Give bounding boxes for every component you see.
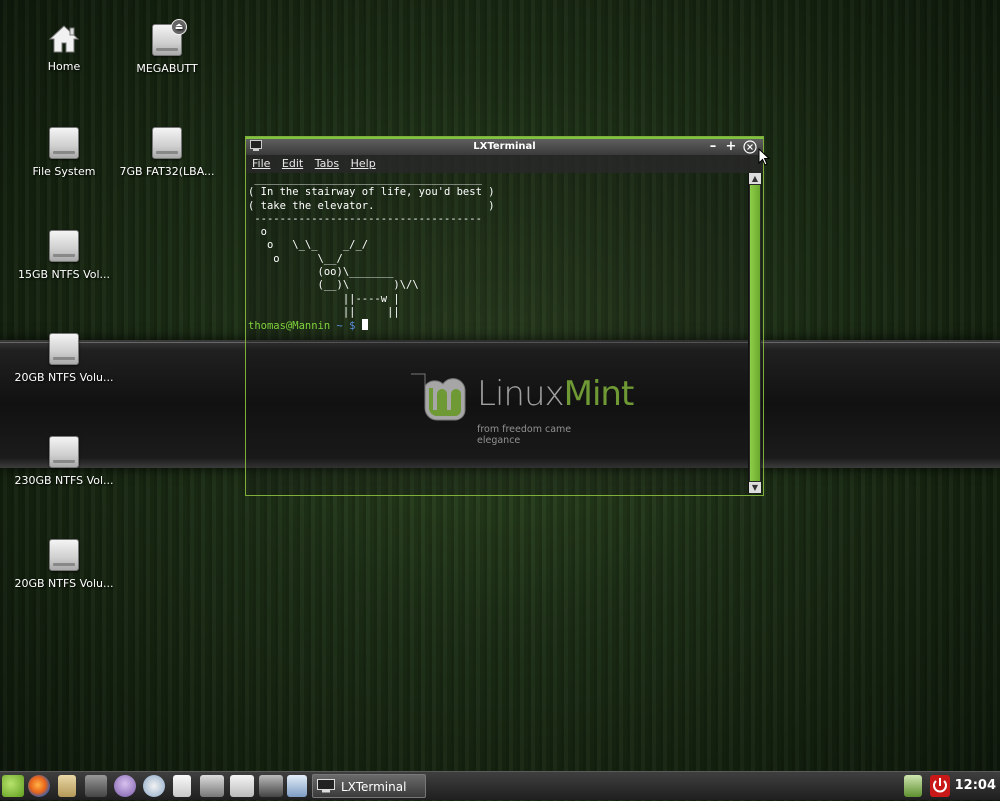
hard-drive-icon <box>49 333 79 365</box>
desktop-icon-home[interactable]: Home <box>12 22 116 73</box>
pidgin-icon[interactable] <box>114 775 136 797</box>
text-editor-icon[interactable] <box>173 775 191 797</box>
network-globe-icon[interactable] <box>143 775 165 797</box>
desktop-icon-20gb-ntfs-2[interactable]: 20GB NTFS Volu... <box>12 537 116 590</box>
hard-drive-icon <box>49 539 79 571</box>
terminal-app-icon <box>250 140 262 151</box>
camera-icon[interactable] <box>259 775 283 797</box>
desktop-icon-label: MEGABUTT <box>136 62 198 75</box>
usb-drive-icon: ⏏ <box>152 19 187 56</box>
desktop-icon-label: 20GB NTFS Volu... <box>14 577 114 590</box>
minimize-button[interactable]: – <box>705 139 721 155</box>
mint-menu-icon[interactable] <box>2 775 24 797</box>
hard-drive-icon <box>152 127 182 159</box>
window-titlebar[interactable]: LXTerminal – + <box>246 137 763 155</box>
gimp-icon[interactable] <box>85 775 107 797</box>
window-title: LXTerminal <box>473 141 536 152</box>
clock[interactable]: 12:04 <box>955 772 996 800</box>
desktop-icon-7gb-fat32[interactable]: 7GB FAT32(LBA... <box>115 125 219 178</box>
desktop-icon-label: File System <box>32 165 96 178</box>
hard-drive-icon <box>49 230 79 262</box>
home-icon <box>48 25 80 53</box>
maximize-button[interactable]: + <box>723 139 739 155</box>
hard-drive-icon <box>49 127 79 159</box>
desktop-icon-megabutt[interactable]: ⏏ MEGABUTT <box>115 19 219 75</box>
desktop-icon-label: 15GB NTFS Vol... <box>17 268 111 281</box>
close-button[interactable] <box>742 139 758 155</box>
lxterminal-window[interactable]: LXTerminal – + File Edit Tabs Help _____… <box>245 136 764 496</box>
monitor-icon[interactable] <box>200 775 224 797</box>
file-manager-icon[interactable] <box>58 775 76 797</box>
terminal-output-area[interactable]: ____________________________________ ( I… <box>248 173 748 493</box>
mouse-pointer-icon <box>758 148 770 166</box>
terminal-app-icon <box>317 779 335 793</box>
menu-edit[interactable]: Edit <box>282 157 303 170</box>
menu-file[interactable]: File <box>252 157 270 170</box>
menu-tabs[interactable]: Tabs <box>315 157 339 170</box>
desktop-icon-label: 20GB NTFS Volu... <box>14 371 114 384</box>
firefox-icon[interactable] <box>28 775 50 797</box>
desktop-icon-15gb-ntfs[interactable]: 15GB NTFS Vol... <box>12 228 116 281</box>
desktop-icon-label: 7GB FAT32(LBA... <box>119 165 215 178</box>
text-cursor <box>361 319 368 331</box>
taskbar-button-lxterminal[interactable]: LXTerminal <box>312 774 426 798</box>
desktop-icon-label: Home <box>47 60 81 73</box>
scroll-down-arrow-icon[interactable]: ▼ <box>749 482 761 493</box>
prompt-symbol: $ <box>349 320 356 333</box>
windows-switcher-icon[interactable] <box>287 775 307 797</box>
cowsay-output: ____________________________________ ( I… <box>248 173 495 318</box>
prompt-dir: ~ <box>330 320 350 333</box>
desktop-icon-file-system[interactable]: File System <box>12 125 116 178</box>
prompt-user: thomas@Mannin <box>248 320 331 333</box>
close-icon <box>743 140 757 154</box>
desktop-icon-label: 230GB NTFS Vol... <box>14 474 114 487</box>
terminal-menubar: File Edit Tabs Help <box>246 155 763 173</box>
hard-drive-icon <box>49 436 79 468</box>
power-icon[interactable] <box>930 775 950 797</box>
taskbar-button-label: LXTerminal <box>341 780 407 794</box>
desktop-icon-230gb-ntfs[interactable]: 230GB NTFS Vol... <box>12 434 116 487</box>
power-symbol-icon <box>933 778 947 793</box>
terminal-scrollbar[interactable]: ▲ ▼ <box>748 173 761 493</box>
menu-help[interactable]: Help <box>351 157 376 170</box>
scroll-thumb[interactable] <box>750 185 760 481</box>
calculator-icon[interactable] <box>230 775 254 797</box>
shell-prompt: thomas@Mannin ~ $ <box>248 319 748 333</box>
taskbar: LXTerminal 12:04 <box>0 771 1000 800</box>
scroll-up-arrow-icon[interactable]: ▲ <box>749 173 761 184</box>
desktop-icon-20gb-ntfs-1[interactable]: 20GB NTFS Volu... <box>12 331 116 384</box>
network-status-icon[interactable] <box>904 775 922 797</box>
